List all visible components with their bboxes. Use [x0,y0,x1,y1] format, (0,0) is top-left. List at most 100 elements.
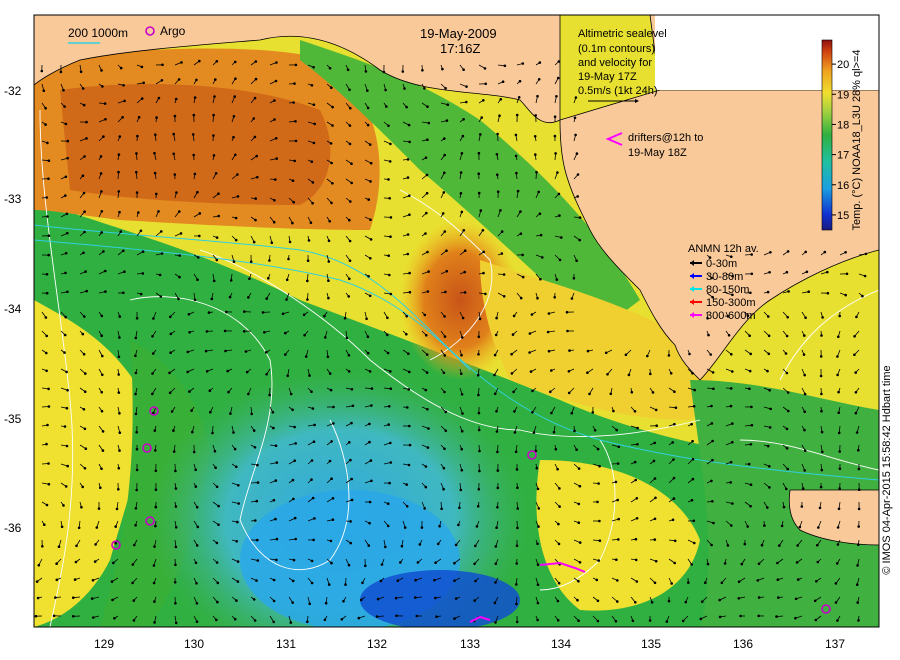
velocity-arrow-head [614,480,618,484]
velocity-arrow-head [443,390,446,394]
velocity-arrow-head [444,410,448,414]
velocity-arrow-head [284,331,287,335]
velocity-arrow-head [521,253,524,257]
velocity-arrow-head [135,447,139,451]
velocity-arrow-head [424,156,428,159]
velocity-arrow-head [385,105,388,108]
velocity-arrow-head [408,424,411,428]
velocity-arrow-head [350,162,353,165]
velocity-arrow-head [235,540,238,543]
velocity-arrow-head [191,430,194,434]
velocity-arrow-head [512,390,515,394]
velocity-arrow-head [516,507,519,510]
velocity-arrow-head [233,617,237,621]
velocity-arrow-head [117,170,120,174]
velocity-arrow-head [408,443,412,447]
velocity-arrow-head [482,271,485,275]
velocity-arrow-head [634,537,638,541]
argo-legend-label: Argo [160,24,186,38]
velocity-arrow-head [188,331,191,334]
velocity-arrow-head [306,620,309,624]
velocity-arrow-head [399,561,402,564]
velocity-arrow-head [424,388,428,392]
velocity-arrow-head [477,488,481,491]
velocity-arrow-head [310,478,313,481]
velocity-arrow-head [254,60,258,63]
velocity-arrow-head [294,139,298,143]
velocity-arrow-head [44,123,47,126]
velocity-arrow-head [161,63,164,67]
velocity-arrow-head [174,602,177,605]
velocity-arrow-head [415,614,419,618]
velocity-arrow-head [134,336,138,340]
velocity-arrow-head [460,353,463,357]
velocity-arrow-head [291,179,295,182]
velocity-arrow-head [493,353,497,357]
velocity-arrow-head [460,429,464,433]
velocity-arrow-head [291,221,294,225]
velocity-arrow-head [538,212,542,215]
velocity-arrow-head [406,252,410,256]
velocity-arrow-head [478,449,481,453]
velocity-arrow-head [426,290,430,293]
velocity-arrow-head [117,355,121,359]
velocity-arrow-head [723,562,727,565]
velocity-arrow-head [693,541,696,545]
velocity-arrow-head [438,524,441,528]
velocity-arrow-head [692,405,696,408]
velocity-arrow-head [739,614,742,618]
velocity-arrow-head [854,391,858,394]
velocity-arrow-head [477,172,481,175]
velocity-arrow-head [653,538,657,541]
velocity-arrow-head [272,599,276,603]
velocity-arrow-head [747,462,751,466]
velocity-arrow-head [495,153,499,156]
velocity-arrow-head [55,562,58,565]
velocity-arrow-head [82,103,86,107]
y-tick-label: -33 [4,192,22,206]
velocity-arrow-head [229,412,232,415]
velocity-arrow-head [631,619,635,623]
velocity-arrow-head [836,619,839,622]
velocity-arrow-head [347,354,351,357]
velocity-arrow-head [47,234,51,237]
velocity-arrow-head [555,95,558,98]
velocity-arrow-head [253,96,257,100]
velocity-arrow-head [168,371,171,375]
velocity-arrow-head [718,598,721,602]
velocity-arrow-head [748,387,751,391]
velocity-arrow-head [268,259,271,262]
velocity-arrow-head [142,81,145,85]
velocity-arrow-head [248,277,251,281]
y-tick-label: -34 [4,302,22,316]
velocity-arrow-head [344,583,347,586]
velocity-arrow-head [103,102,107,105]
velocity-arrow-head [816,560,820,564]
velocity-arrow-head [617,538,620,541]
velocity-arrow-head [254,77,258,81]
velocity-arrow-head [766,506,769,509]
velocity-arrow-head [442,487,445,491]
velocity-arrow-head [515,544,519,547]
velocity-arrow-head [217,192,220,195]
drifters-line: 19-May 18Z [628,147,687,159]
velocity-arrow-head [476,505,480,508]
velocity-arrow-head [514,133,518,137]
velocity-arrow-head [671,518,675,522]
velocity-arrow-head [254,519,257,522]
velocity-arrow-head [389,292,393,296]
velocity-arrow-head [178,210,181,213]
velocity-arrow-head [80,505,83,509]
velocity-arrow-head [169,351,172,355]
velocity-arrow-head [818,506,822,510]
velocity-arrow-head [131,563,135,566]
velocity-arrow-head [463,249,467,252]
velocity-arrow-head [52,614,56,618]
velocity-arrow-head [627,373,631,377]
velocity-arrow-head [135,152,138,155]
velocity-arrow-head [100,210,104,213]
velocity-arrow-head [332,422,335,425]
velocity-arrow-head [287,257,290,261]
velocity-arrow-head [173,114,177,118]
velocity-arrow-head [47,387,50,391]
